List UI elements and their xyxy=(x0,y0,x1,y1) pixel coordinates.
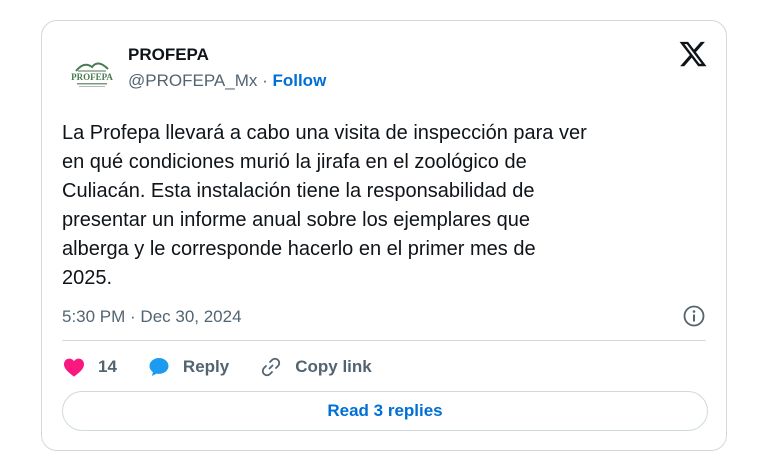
divider xyxy=(62,340,706,341)
follow-button[interactable]: Follow xyxy=(272,71,326,90)
read-replies-button[interactable]: Read 3 replies xyxy=(62,391,708,431)
x-logo-icon[interactable] xyxy=(678,39,708,69)
reply-label: Reply xyxy=(182,357,230,376)
handle-row: @PROFEPA_Mx · Follow xyxy=(128,71,326,91)
tweet-card: PROFEPA PROFEPA @PROFEPA_Mx · Follow La … xyxy=(41,20,727,451)
account-name[interactable]: PROFEPA xyxy=(128,45,209,65)
handle-separator: · xyxy=(257,71,273,90)
link-icon xyxy=(262,357,281,377)
like-count: 14 xyxy=(98,357,117,376)
info-icon[interactable] xyxy=(682,304,706,328)
tweet-text: La Profepa llevará a cabo una visita de … xyxy=(62,122,587,289)
reply-button[interactable]: Reply xyxy=(147,355,229,379)
profepa-logo-icon: PROFEPA xyxy=(71,62,113,87)
copy-link-label: Copy link xyxy=(295,357,372,376)
copy-link-button[interactable]: Copy link xyxy=(259,355,372,379)
avatar-text: PROFEPA xyxy=(71,72,113,82)
action-bar: 14 Reply Copy link xyxy=(62,354,402,380)
tweet-timestamp[interactable]: 5:30 PM · Dec 30, 2024 xyxy=(62,307,242,327)
account-handle[interactable]: @PROFEPA_Mx xyxy=(128,71,257,90)
avatar[interactable]: PROFEPA xyxy=(66,49,118,101)
reply-bubble-icon xyxy=(149,358,169,376)
heart-icon xyxy=(64,358,84,377)
like-button[interactable]: 14 xyxy=(62,355,117,379)
